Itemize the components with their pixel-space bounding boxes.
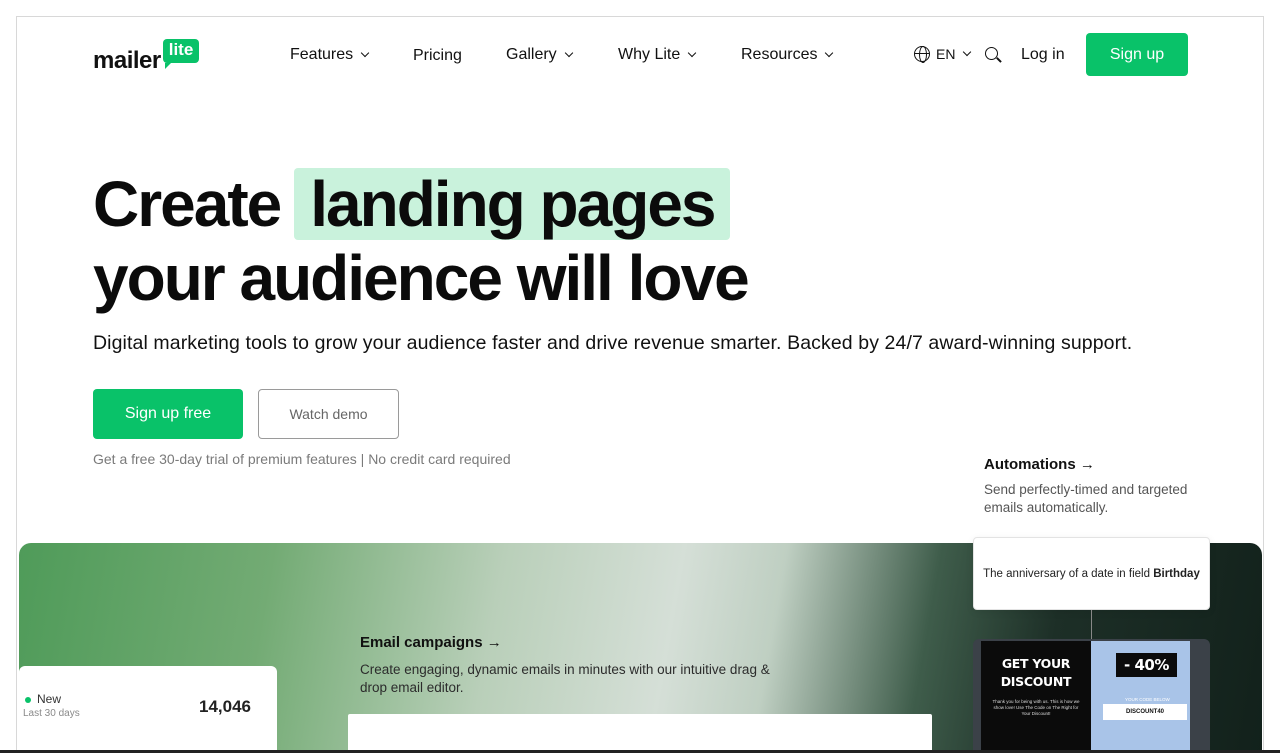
promo-right: - 40% YOUR CODE BELOW DISCOUNT40 [1091, 641, 1190, 753]
globe-icon [914, 46, 930, 63]
watch-demo-button[interactable]: Watch demo [258, 389, 399, 439]
automation-trigger-card: The anniversary of a date in field Birth… [973, 537, 1210, 610]
signup-free-button[interactable]: Sign up free [93, 389, 243, 439]
automations-desc: Send perfectly-timed and targeted emails… [984, 482, 1188, 515]
nav-item-label: Gallery [506, 46, 557, 63]
automations-feature[interactable]: Automations → Send perfectly-timed and t… [984, 456, 1214, 517]
automations-title[interactable]: Automations → [984, 456, 1214, 473]
nav-item-gallery[interactable]: Gallery [506, 45, 573, 65]
email-campaigns-feature[interactable]: Email campaigns → Create engaging, dynam… [360, 634, 790, 697]
language-selector[interactable]: EN [914, 46, 972, 63]
chevron-down-icon [360, 48, 370, 58]
nav-item-label: Why Lite [618, 46, 681, 63]
promo-title-line2: DISCOUNT [1000, 674, 1072, 689]
hero-title-highlight: landing pages [294, 168, 730, 240]
email-editor-preview [348, 714, 932, 753]
signup-button[interactable]: Sign up [1086, 33, 1188, 76]
nav-item-why-lite[interactable]: Why Lite [618, 45, 697, 65]
nav-item-resources[interactable]: Resources [741, 45, 834, 65]
nav-item-label: Features [290, 46, 354, 63]
nav-item-label: Resources [741, 46, 818, 63]
chevron-down-icon [688, 48, 697, 58]
promo-title-line1: GET YOUR [1001, 656, 1071, 671]
nav-item-pricing[interactable]: Pricing [413, 46, 462, 66]
search-icon[interactable] [985, 47, 1002, 63]
stat-value: 14,046 [199, 697, 251, 716]
discount-email-preview: GET YOUR DISCOUNT Thank you for being wi… [973, 639, 1210, 753]
promo-code-label: YOUR CODE BELOW [1125, 697, 1170, 702]
page-frame: mailer lite Features Pricing Gallery Why… [16, 16, 1264, 753]
hero-title-line1: Create landing pages [93, 168, 730, 240]
chevron-down-icon [825, 48, 834, 58]
hero-title-word: Create [93, 168, 282, 240]
nav-item-features[interactable]: Features [290, 45, 370, 65]
main-nav: Features Pricing Gallery Why Lite Resour… [17, 45, 1263, 65]
hero-title-line2: your audience will love [93, 242, 750, 314]
chevron-down-icon [564, 48, 573, 58]
subscribers-stats-card: New Last 30 days 14,046 [19, 666, 277, 753]
promo-left: GET YOUR DISCOUNT Thank you for being wi… [981, 641, 1091, 753]
stat-period: Last 30 days [23, 708, 80, 719]
promo-fine-print: Thank you for being with us. This is how… [992, 699, 1080, 716]
language-code: EN [936, 46, 956, 62]
trigger-field: Birthday [1153, 567, 1200, 580]
trigger-text: The anniversary of a date in field [983, 567, 1150, 580]
login-link[interactable]: Log in [1021, 45, 1065, 65]
stat-label: New [37, 692, 62, 706]
promo-percent: - 40% [1116, 653, 1177, 677]
promo-code: DISCOUNT40 [1103, 704, 1187, 720]
status-dot-icon [25, 697, 31, 703]
email-campaigns-title[interactable]: Email campaigns → [360, 634, 790, 651]
workflow-connector [1091, 610, 1092, 640]
nav-item-label: Pricing [413, 47, 462, 64]
email-campaigns-desc: Create engaging, dynamic emails in minut… [360, 662, 770, 695]
hero-subtitle: Digital marketing tools to grow your aud… [93, 332, 1133, 354]
trial-note: Get a free 30-day trial of premium featu… [93, 451, 511, 467]
chevron-down-icon [963, 47, 972, 57]
